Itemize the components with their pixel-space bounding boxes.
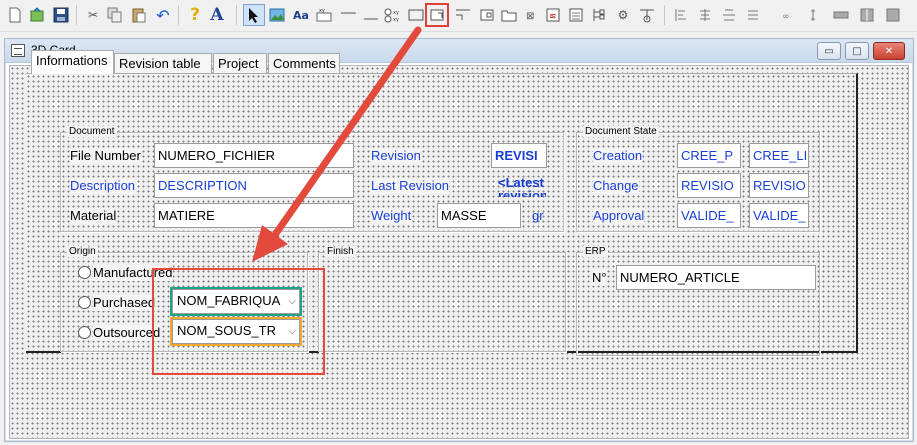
annotation-arrow (252, 26, 422, 262)
tab-informations[interactable]: Informations (31, 50, 114, 74)
